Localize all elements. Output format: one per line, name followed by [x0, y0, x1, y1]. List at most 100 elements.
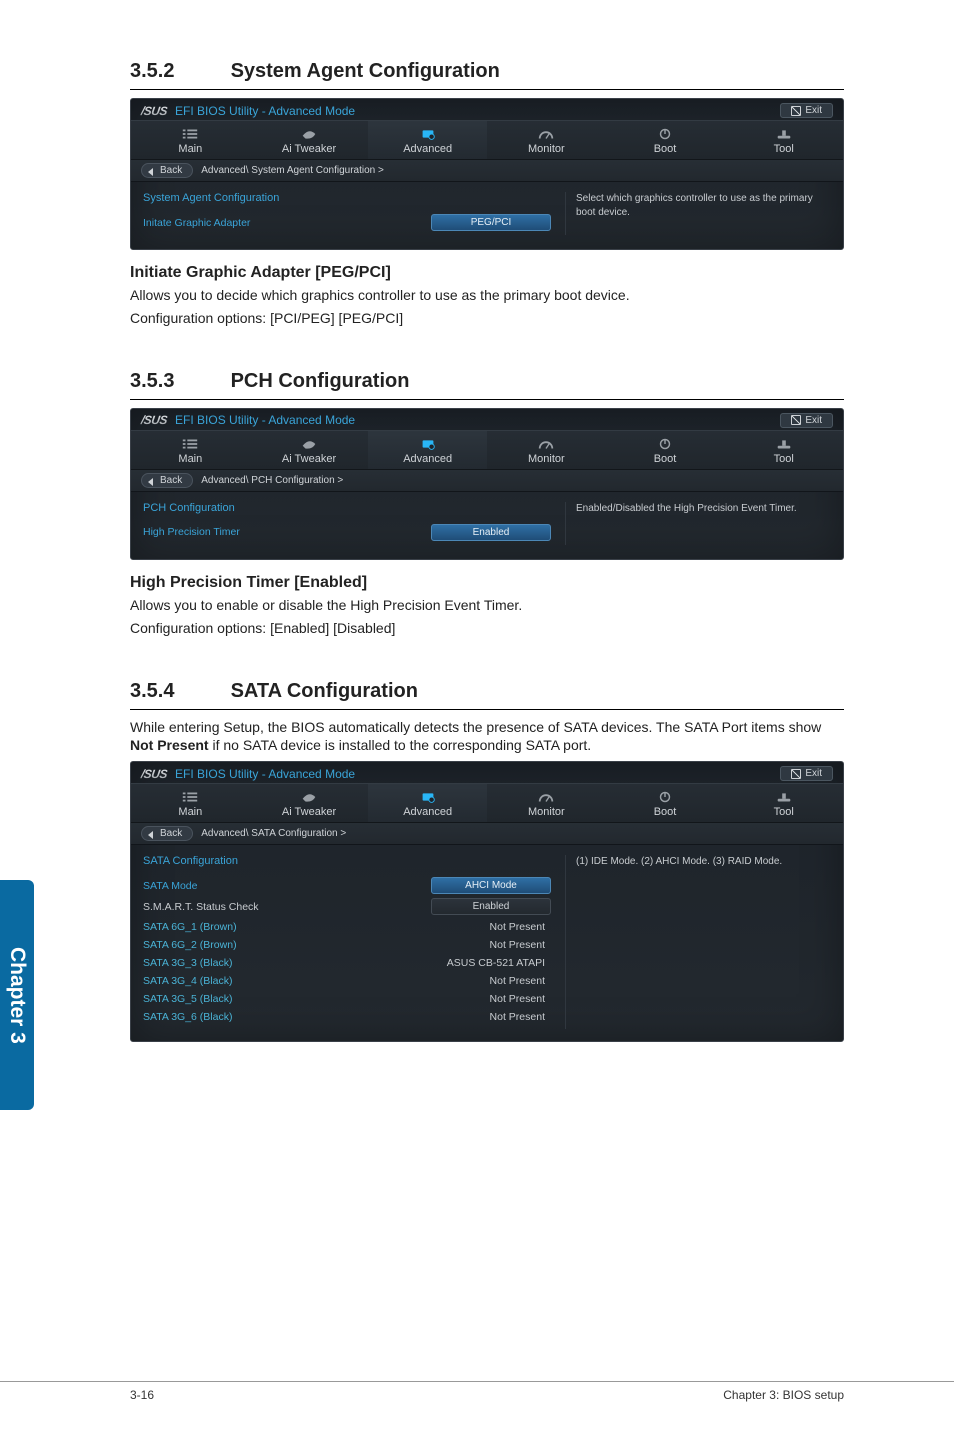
list-icon: [181, 127, 199, 141]
tab-row: Main Ai Tweaker Advanced Monitor Boot To…: [131, 120, 843, 160]
tab-aitweaker[interactable]: Ai Tweaker: [250, 783, 369, 823]
asus-logo: /SUS: [140, 413, 168, 427]
section-rule: [130, 89, 844, 90]
section-title: SATA Configuration: [231, 680, 418, 702]
sata-port-row[interactable]: SATA 3G_5 (Black)Not Present: [143, 993, 551, 1005]
sata-port-row[interactable]: SATA 6G_2 (Brown)Not Present: [143, 939, 551, 951]
exit-button[interactable]: Exit: [780, 766, 833, 781]
port-status: Not Present: [411, 1011, 551, 1023]
section-heading-353: 3.5.3 PCH Configuration: [130, 370, 844, 393]
config-title: System Agent Configuration: [143, 192, 551, 204]
power-icon: [656, 127, 674, 141]
row-value-pill[interactable]: PEG/PCI: [431, 214, 551, 231]
tab-tool[interactable]: Tool: [724, 430, 843, 470]
tab-main[interactable]: Main: [131, 783, 250, 823]
row-label: High Precision Timer: [143, 526, 431, 538]
gauge-icon: [537, 437, 555, 451]
bios-title: EFI BIOS Utility - Advanced Mode: [175, 413, 355, 427]
row-value-pill[interactable]: AHCI Mode: [431, 877, 551, 894]
sata-port-row[interactable]: SATA 3G_3 (Black)ASUS CB-521 ATAPI: [143, 957, 551, 969]
section-number: 3.5.4: [130, 680, 225, 703]
tab-advanced[interactable]: Advanced: [368, 430, 487, 470]
intro-part2: if no SATA device is installed to the co…: [209, 737, 592, 753]
asus-logo: /SUS: [140, 104, 168, 118]
sata-mode-row[interactable]: SATA Mode AHCI Mode: [143, 877, 551, 894]
tab-boot[interactable]: Boot: [606, 430, 725, 470]
tab-tool[interactable]: Tool: [724, 783, 843, 823]
breadcrumb: Advanced\ PCH Configuration >: [201, 475, 343, 486]
tab-tool[interactable]: Tool: [724, 120, 843, 160]
para-352-1: Allows you to decide which graphics cont…: [130, 286, 844, 305]
sata-port-row[interactable]: SATA 3G_6 (Black)Not Present: [143, 1011, 551, 1023]
row-value-pill[interactable]: Enabled: [431, 524, 551, 541]
back-button[interactable]: Back: [141, 163, 193, 178]
tool-icon: [775, 127, 793, 141]
chip-icon: [419, 790, 437, 804]
chip-icon: [419, 437, 437, 451]
bios-window-352: /SUS EFI BIOS Utility - Advanced Mode Ex…: [130, 98, 844, 250]
tab-label: Advanced: [403, 143, 452, 155]
tab-label: Boot: [654, 143, 677, 155]
port-status: Not Present: [411, 975, 551, 987]
exit-label: Exit: [805, 105, 822, 116]
tab-label: Ai Tweaker: [282, 806, 336, 818]
port-name: SATA 6G_1 (Brown): [143, 921, 411, 933]
port-name: SATA 3G_3 (Black): [143, 957, 411, 969]
tab-label: Ai Tweaker: [282, 453, 336, 465]
section-title: PCH Configuration: [231, 370, 410, 392]
breadcrumb: Advanced\ SATA Configuration >: [201, 828, 346, 839]
section-heading-354: 3.5.4 SATA Configuration: [130, 680, 844, 703]
breadcrumb: Advanced\ System Agent Configuration >: [201, 165, 384, 176]
exit-label: Exit: [805, 768, 822, 779]
config-row[interactable]: High Precision Timer Enabled: [143, 524, 551, 541]
back-button[interactable]: Back: [141, 826, 193, 841]
gauge-icon: [537, 790, 555, 804]
tab-aitweaker[interactable]: Ai Tweaker: [250, 430, 369, 470]
tab-main[interactable]: Main: [131, 120, 250, 160]
tab-label: Tool: [774, 453, 794, 465]
tab-boot[interactable]: Boot: [606, 783, 725, 823]
tab-boot[interactable]: Boot: [606, 120, 725, 160]
section-number: 3.5.2: [130, 60, 225, 83]
section-rule: [130, 399, 844, 400]
sata-port-row[interactable]: SATA 3G_4 (Black)Not Present: [143, 975, 551, 987]
chip-icon: [419, 127, 437, 141]
exit-button[interactable]: Exit: [780, 413, 833, 428]
footer-right: Chapter 3: BIOS setup: [723, 1388, 844, 1402]
tab-advanced[interactable]: Advanced: [368, 783, 487, 823]
row-value-pill[interactable]: Enabled: [431, 898, 551, 915]
asus-logo: /SUS: [140, 767, 168, 781]
sata-port-row[interactable]: SATA 6G_1 (Brown)Not Present: [143, 921, 551, 933]
tab-main[interactable]: Main: [131, 430, 250, 470]
port-status: Not Present: [411, 939, 551, 951]
power-icon: [656, 437, 674, 451]
port-name: SATA 3G_5 (Black): [143, 993, 411, 1005]
bios-window-354: /SUS EFI BIOS Utility - Advanced Mode Ex…: [130, 761, 844, 1042]
tab-monitor[interactable]: Monitor: [487, 783, 606, 823]
palette-icon: [300, 437, 318, 451]
back-button[interactable]: Back: [141, 473, 193, 488]
port-status: ASUS CB-521 ATAPI: [411, 957, 551, 969]
exit-button[interactable]: Exit: [780, 103, 833, 118]
help-panel: (1) IDE Mode. (2) AHCI Mode. (3) RAID Mo…: [565, 855, 831, 1029]
exit-label: Exit: [805, 415, 822, 426]
bios-title: EFI BIOS Utility - Advanced Mode: [175, 104, 355, 118]
tab-advanced[interactable]: Advanced: [368, 120, 487, 160]
intro-part1: While entering Setup, the BIOS automatic…: [130, 719, 821, 735]
chapter-side-tab: Chapter 3: [0, 880, 34, 1110]
tab-label: Main: [178, 806, 202, 818]
config-row[interactable]: Initate Graphic Adapter PEG/PCI: [143, 214, 551, 231]
tab-label: Tool: [774, 806, 794, 818]
row-label: S.M.A.R.T. Status Check: [143, 901, 431, 913]
palette-icon: [300, 790, 318, 804]
tab-label: Boot: [654, 806, 677, 818]
para-353-1: Allows you to enable or disable the High…: [130, 596, 844, 615]
config-title: PCH Configuration: [143, 502, 551, 514]
tab-label: Ai Tweaker: [282, 143, 336, 155]
tab-monitor[interactable]: Monitor: [487, 430, 606, 470]
tab-label: Monitor: [528, 453, 565, 465]
section-rule: [130, 709, 844, 710]
smart-row[interactable]: S.M.A.R.T. Status Check Enabled: [143, 898, 551, 915]
tab-monitor[interactable]: Monitor: [487, 120, 606, 160]
tab-aitweaker[interactable]: Ai Tweaker: [250, 120, 369, 160]
